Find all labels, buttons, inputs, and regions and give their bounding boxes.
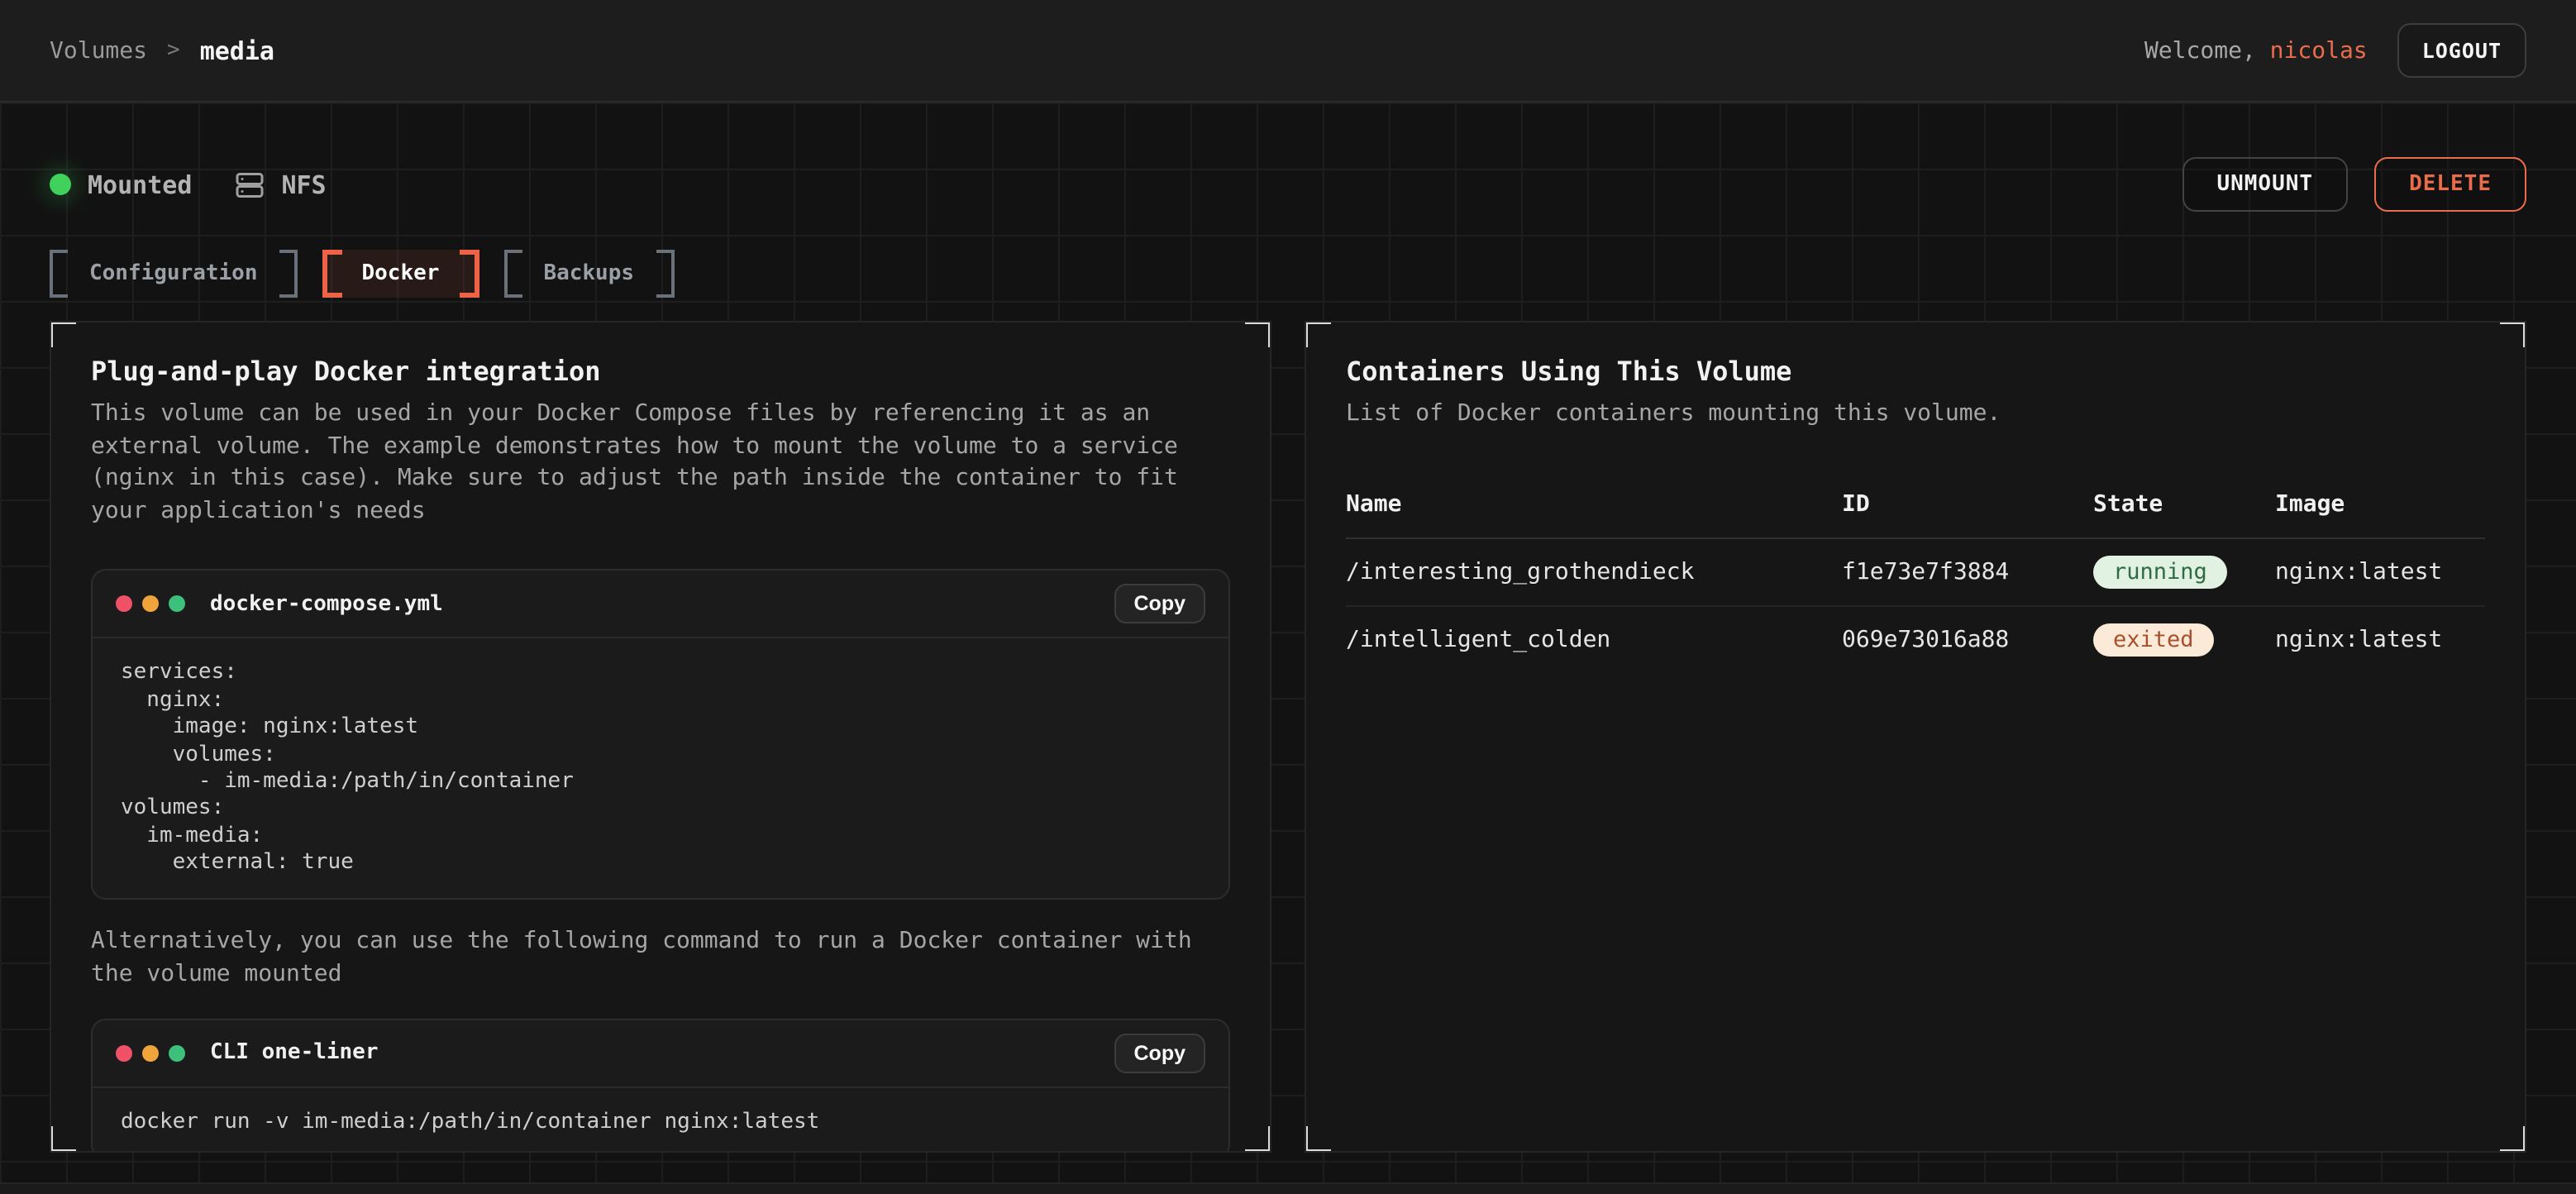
container-name: /interesting_grothendieck — [1346, 542, 1842, 601]
red-dot-icon — [116, 596, 132, 613]
top-bar-right: Welcome, nicolas LOGOUT — [2144, 23, 2526, 78]
container-state: exited — [2093, 606, 2275, 672]
corner-bracket-icon — [1305, 321, 1331, 347]
filesystem-type: NFS — [235, 170, 326, 199]
breadcrumb-current-volume: media — [200, 36, 274, 65]
top-bar: Volumes > media Welcome, nicolas LOGOUT — [0, 0, 2576, 103]
green-dot-icon — [169, 1044, 185, 1061]
traffic-light-icons — [116, 596, 185, 613]
breadcrumb: Volumes > media — [50, 36, 274, 65]
compose-copy-button[interactable]: Copy — [1114, 585, 1206, 624]
corner-bracket-icon — [50, 321, 76, 347]
container-id: 069e73016a88 — [1842, 609, 2093, 669]
main-content: Mounted NFS UNMOUNT DELET — [0, 103, 2576, 1182]
page: Volumes > media Welcome, nicolas LOGOUT … — [0, 0, 2576, 1194]
containers-table: Name ID State Image /interesting_grothen… — [1346, 490, 2485, 672]
welcome-prefix: Welcome, — [2144, 37, 2270, 64]
unmount-button[interactable]: UNMOUNT — [2182, 157, 2348, 212]
status-badge: running — [2093, 555, 2227, 588]
table-header-row: Name ID State Image — [1346, 490, 2485, 538]
table-row: /intelligent_colden 069e73016a88 exited … — [1346, 606, 2485, 672]
container-state: running — [2093, 538, 2275, 604]
corner-bracket-icon — [2500, 1126, 2526, 1153]
corner-bracket-icon — [50, 1126, 76, 1153]
cli-code-header: CLI one-liner Copy — [93, 1020, 1228, 1087]
server-icon — [235, 170, 265, 199]
logout-button[interactable]: LOGOUT — [2397, 23, 2526, 78]
cli-filename: CLI one-liner — [210, 1040, 379, 1065]
breadcrumb-volumes-link[interactable]: Volumes — [50, 37, 147, 64]
container-image: nginx:latest — [2275, 542, 2485, 601]
compose-code-header: docker-compose.yml Copy — [93, 571, 1228, 639]
status-badge: exited — [2093, 623, 2214, 656]
yellow-dot-icon — [142, 1044, 159, 1061]
compose-filename: docker-compose.yml — [210, 592, 443, 617]
delete-button[interactable]: DELETE — [2374, 157, 2526, 212]
cli-code-block: CLI one-liner Copy docker run -v im-medi… — [91, 1018, 1230, 1153]
containers-panel-subtitle: List of Docker containers mounting this … — [1346, 399, 2485, 431]
cli-copy-button[interactable]: Copy — [1114, 1033, 1206, 1072]
docker-panel-title: Plug-and-play Docker integration — [91, 356, 1230, 387]
containers-panel-title: Containers Using This Volume — [1346, 356, 2485, 387]
containers-panel: Containers Using This Volume List of Doc… — [1305, 321, 2526, 1153]
mounted-status-label: Mounted — [88, 170, 192, 199]
corner-bracket-icon — [2500, 321, 2526, 347]
cli-code-content: docker run -v im-media:/path/in/containe… — [93, 1087, 1228, 1153]
panels: Plug-and-play Docker integration This vo… — [50, 321, 2526, 1153]
column-header-name: Name — [1346, 490, 1842, 537]
docker-panel-description: This volume can be used in your Docker C… — [91, 399, 1230, 528]
mounted-status: Mounted — [50, 170, 192, 199]
tab-bar: Configuration Docker Backups — [50, 250, 2526, 298]
compose-code-block: docker-compose.yml Copy services: nginx:… — [91, 570, 1230, 900]
volume-actions: UNMOUNT DELETE — [2182, 157, 2526, 212]
docker-integration-panel: Plug-and-play Docker integration This vo… — [50, 321, 1271, 1153]
corner-bracket-icon — [1245, 1126, 1271, 1153]
container-image: nginx:latest — [2275, 609, 2485, 669]
table-row: /interesting_grothendieck f1e73e7f3884 r… — [1346, 538, 2485, 606]
table-body: /interesting_grothendieck f1e73e7f3884 r… — [1346, 538, 2485, 672]
tab-docker[interactable]: Docker — [322, 250, 479, 298]
username: nicolas — [2270, 37, 2368, 64]
status-row: Mounted NFS UNMOUNT DELET — [50, 103, 2526, 212]
yellow-dot-icon — [142, 596, 159, 613]
traffic-light-icons — [116, 1044, 185, 1061]
green-dot-icon — [169, 596, 185, 613]
tab-backups[interactable]: Backups — [503, 250, 674, 298]
corner-bracket-icon — [1305, 1126, 1331, 1153]
breadcrumb-chevron-icon: > — [167, 38, 180, 63]
container-id: f1e73e7f3884 — [1842, 542, 2093, 601]
filesystem-type-label: NFS — [281, 170, 326, 199]
welcome-text: Welcome, nicolas — [2144, 37, 2368, 64]
container-name: /intelligent_colden — [1346, 609, 1842, 669]
column-header-id: ID — [1842, 490, 2093, 537]
column-header-image: Image — [2275, 490, 2485, 537]
red-dot-icon — [116, 1044, 132, 1061]
column-header-state: State — [2093, 490, 2275, 537]
mounted-status-dot-icon — [50, 174, 71, 195]
cli-intro-text: Alternatively, you can use the following… — [91, 927, 1230, 991]
tab-configuration[interactable]: Configuration — [50, 250, 298, 298]
corner-bracket-icon — [1245, 321, 1271, 347]
compose-code-content: services: nginx: image: nginx:latest vol… — [93, 639, 1228, 899]
volume-status-group: Mounted NFS — [50, 170, 327, 199]
bottom-strip — [0, 1182, 2576, 1194]
